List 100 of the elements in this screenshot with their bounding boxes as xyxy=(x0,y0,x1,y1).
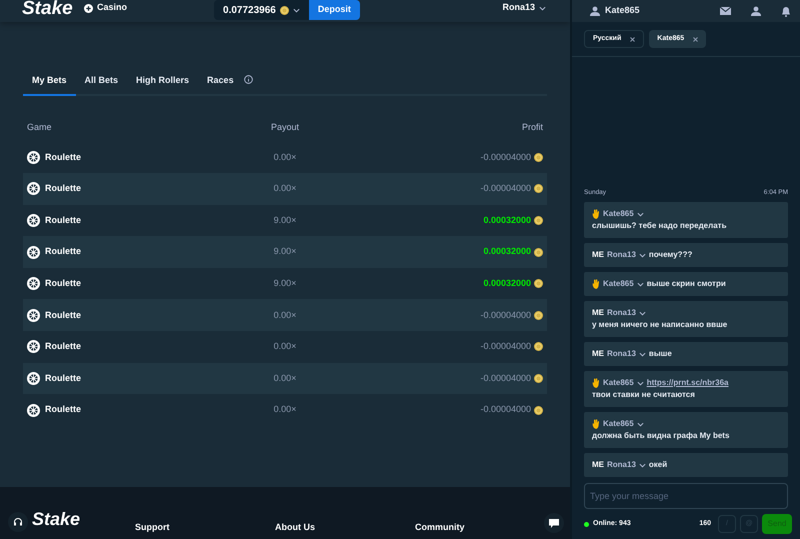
coin-icon xyxy=(534,310,543,320)
balance-selector[interactable]: 0.07723966 xyxy=(214,0,309,20)
chevron-down-icon xyxy=(292,8,300,12)
game-name: Roulette xyxy=(45,245,81,258)
me-label: ME xyxy=(592,249,604,261)
message-author[interactable]: Rona13 xyxy=(607,307,636,319)
bet-row[interactable]: Roulette 0.00× -0.00004000 xyxy=(23,299,547,332)
message-text: должна быть видна графа My bets xyxy=(592,430,730,442)
close-icon[interactable] xyxy=(693,36,698,42)
game-name: Roulette xyxy=(45,182,81,196)
message-link[interactable]: https://prnt.sc/nbr36a xyxy=(646,377,728,389)
chevron-down-icon xyxy=(636,282,644,286)
hand-icon xyxy=(592,279,600,289)
coin-icon xyxy=(534,374,543,383)
bet-row[interactable]: Roulette 9.00× 0.00032000 xyxy=(23,268,547,300)
coin-icon xyxy=(534,184,543,194)
bet-row[interactable]: Roulette 9.00× 0.00032000 xyxy=(23,204,547,236)
bets-tab[interactable]: My Bets xyxy=(23,74,76,96)
message-author[interactable]: Rona13 xyxy=(607,459,636,471)
message-text: твои ставки не считаются xyxy=(592,389,695,401)
roulette-wheel-icon xyxy=(27,214,40,227)
roulette-wheel-icon xyxy=(27,150,40,164)
stake-logo[interactable]: Stake xyxy=(32,510,135,528)
chevron-down-icon xyxy=(539,6,546,10)
message-text: окей xyxy=(648,459,668,471)
bell-icon[interactable] xyxy=(781,6,791,16)
bet-row[interactable]: Roulette 9.00× 0.00032000 xyxy=(23,236,547,268)
profit-cell-text: -0.00004000 xyxy=(480,182,531,196)
payout-cell-text: 9.00× xyxy=(272,214,298,227)
casino-link[interactable]: Casino xyxy=(84,1,128,15)
deposit-button[interactable]: Deposit xyxy=(308,0,360,20)
chevron-down-icon xyxy=(638,352,646,356)
mail-icon[interactable] xyxy=(720,7,731,15)
game-name: Roulette xyxy=(45,372,81,385)
message-author[interactable]: Kate865 xyxy=(603,208,634,220)
payout-cell-text: 0.00× xyxy=(272,340,298,354)
headset-icon[interactable] xyxy=(13,517,23,527)
user-menu[interactable]: Rona13 xyxy=(502,1,546,15)
message-author[interactable]: Rona13 xyxy=(607,348,636,360)
chevron-down-icon xyxy=(636,380,644,386)
column-header: Payout xyxy=(270,121,300,134)
game-name: Roulette xyxy=(45,150,81,164)
bets-tab[interactable]: High Rollers xyxy=(127,74,198,96)
profit-cell-text: 0.00032000 xyxy=(483,245,531,258)
message-author[interactable]: Kate865 xyxy=(603,278,634,290)
payout-cell-text: 0.00× xyxy=(272,372,298,385)
users-icon xyxy=(750,6,762,16)
hand-icon xyxy=(592,209,600,219)
payout-cell-text: 0.00× xyxy=(272,182,298,196)
chevron-down-icon xyxy=(636,212,644,216)
hand-icon xyxy=(592,419,600,429)
payout-cell-text: 0.00× xyxy=(272,150,298,164)
game-name: Roulette xyxy=(45,308,81,322)
chevron-down-icon xyxy=(636,422,644,426)
payout-cell-text: 9.00× xyxy=(272,276,298,290)
roulette-wheel-icon xyxy=(27,308,40,322)
chevron-down-icon xyxy=(638,252,646,258)
roulette-wheel-icon xyxy=(27,182,40,196)
message-text: почему??? xyxy=(648,249,692,261)
roulette-wheel-icon xyxy=(27,372,40,385)
message-author[interactable]: Rona13 xyxy=(607,249,636,261)
message-author[interactable]: Kate865 xyxy=(603,377,634,389)
message-input[interactable]: Type your message xyxy=(584,483,788,509)
coin-icon xyxy=(534,248,543,257)
profit-cell-text: 0.00032000 xyxy=(483,276,531,290)
plus-circle-icon xyxy=(84,4,93,12)
me-label: ME xyxy=(592,459,604,471)
bets-tab[interactable]: All Bets xyxy=(76,74,128,96)
user-icon xyxy=(589,6,601,16)
bet-row[interactable]: Roulette 0.00× -0.00004000 xyxy=(23,142,547,174)
profit-cell-text: -0.00004000 xyxy=(480,372,531,385)
roulette-wheel-icon xyxy=(27,404,40,417)
profit-cell-text: -0.00004000 xyxy=(480,150,531,164)
column-header: Game xyxy=(27,121,53,134)
hand-icon xyxy=(592,378,600,388)
info-icon[interactable] xyxy=(244,75,253,84)
close-icon[interactable] xyxy=(630,36,636,42)
bet-row[interactable]: Roulette 0.00× -0.00004000 xyxy=(23,331,547,363)
chat-bubble-icon[interactable] xyxy=(549,518,559,528)
profit-cell-text: -0.00004000 xyxy=(480,308,531,322)
chat-user: Kate865 xyxy=(605,4,640,18)
roulette-wheel-icon xyxy=(27,277,40,290)
bet-row[interactable]: Roulette 0.00× -0.00004000 xyxy=(23,362,547,394)
footer-heading: Community xyxy=(415,522,464,532)
payout-cell-text: 9.00× xyxy=(272,245,298,258)
game-name: Roulette xyxy=(45,276,81,290)
stake-logo[interactable]: Stake xyxy=(22,0,80,18)
roulette-wheel-icon xyxy=(27,246,40,259)
me-label: ME xyxy=(592,348,604,360)
payout-cell-text: 0.00× xyxy=(272,308,298,322)
bets-tab[interactable]: Races xyxy=(198,74,243,96)
coin-icon xyxy=(534,406,543,415)
game-name: Roulette xyxy=(45,340,81,354)
profit-cell-text: -0.00004000 xyxy=(480,403,531,416)
bet-row[interactable]: Roulette 0.00× -0.00004000 xyxy=(23,173,547,205)
bet-row[interactable]: Roulette 0.00× -0.00004000 xyxy=(23,394,547,426)
footer-heading: About Us xyxy=(275,522,315,532)
message-text: у меня ничего не написанно ввше xyxy=(592,319,728,331)
message-author[interactable]: Kate865 xyxy=(603,418,634,430)
coin-icon xyxy=(534,279,543,288)
